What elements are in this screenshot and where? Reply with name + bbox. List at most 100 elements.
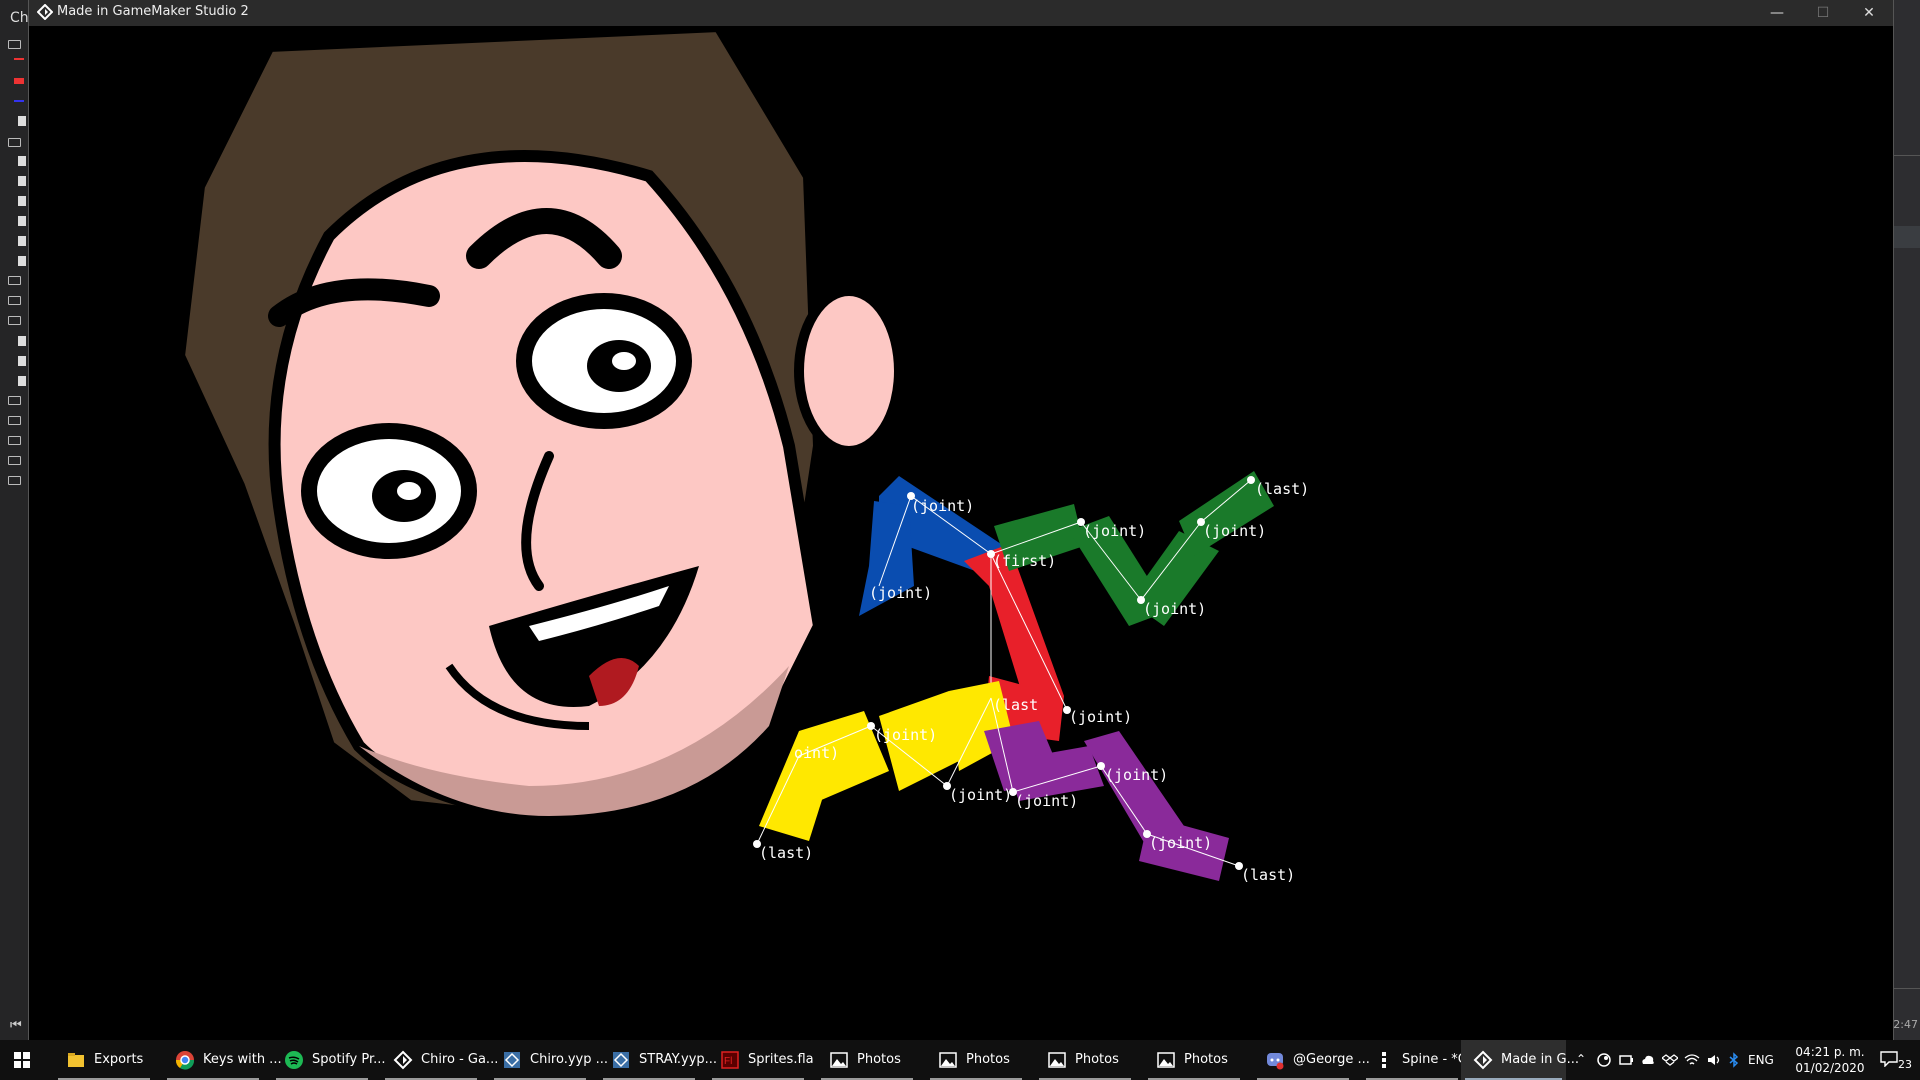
taskbar-item-chiro-yyp[interactable]: Chiro.yyp ...: [490, 1040, 608, 1080]
character-face: [172, 26, 904, 833]
dropbox-icon[interactable]: [1662, 1052, 1678, 1068]
skip-back-icon[interactable]: ⏮: [10, 1018, 22, 1033]
folder-icon[interactable]: [8, 436, 21, 445]
photos-icon: [1157, 1052, 1175, 1068]
windows-start-icon[interactable]: [0, 1040, 44, 1080]
system-tray: ⌃ ENG: [1572, 1040, 1782, 1080]
taskbar-item-chrome[interactable]: Keys with ...: [163, 1040, 282, 1080]
close-button[interactable]: ✕: [1847, 0, 1891, 26]
windows-taskbar: Exports Keys with ... Spotify Pr... Chir…: [0, 1040, 1920, 1080]
notification-center-button[interactable]: 23: [1878, 1048, 1916, 1072]
steam-icon[interactable]: [1596, 1052, 1612, 1068]
timestamp-text: 2:47: [1893, 1018, 1918, 1031]
volume-icon[interactable]: [1706, 1052, 1722, 1068]
file-icon[interactable]: [18, 256, 26, 266]
taskbar-item-discord[interactable]: @George ...: [1253, 1040, 1370, 1080]
spine-icon: [1382, 1052, 1386, 1068]
taskbar-item-stray-yyp[interactable]: STRAY.yyp...: [599, 1040, 717, 1080]
taskbar-item-photos[interactable]: Photos: [1144, 1040, 1244, 1080]
chevron-up-icon[interactable]: ⌃: [1576, 1052, 1586, 1066]
taskbar-clock[interactable]: 04:21 p. m. 01/02/2020: [1790, 1044, 1870, 1076]
taskbar-item-sprites-fla[interactable]: Fl Sprites.fla: [708, 1040, 814, 1080]
file-icon[interactable]: [18, 216, 26, 226]
file-icon[interactable]: [18, 356, 26, 366]
spotify-icon: [285, 1051, 303, 1069]
green-bone-chain: [990, 471, 1274, 626]
bone-label: (joint): [1083, 522, 1146, 540]
game-canvas[interactable]: (joint) (joint) (first) (last (joint) (j…: [29, 26, 1893, 1040]
notification-icon: [1880, 1051, 1898, 1067]
folder-icon[interactable]: [8, 456, 21, 465]
file-icon[interactable]: [18, 376, 26, 386]
battery-icon[interactable]: [1618, 1052, 1634, 1068]
taskbar-item-made-in-gamemaker[interactable]: Made in G...: [1461, 1040, 1579, 1080]
chrome-icon: [175, 1051, 195, 1070]
taskbar-item-exports[interactable]: Exports: [54, 1040, 154, 1080]
discord-icon: [1267, 1053, 1284, 1070]
folder-icon[interactable]: [8, 138, 21, 147]
file-icon[interactable]: [18, 336, 26, 346]
bone-label: (joint): [1143, 600, 1206, 618]
taskbar-item-label: Exports: [94, 1052, 144, 1067]
taskbar-item-spine[interactable]: Spine - *C...: [1362, 1040, 1479, 1080]
taskbar-item-label: Chiro - Ga...: [421, 1052, 499, 1067]
resource-item[interactable]: [14, 58, 24, 60]
taskbar-item-label: Photos: [1075, 1052, 1119, 1067]
taskbar-item-label: Photos: [966, 1052, 1010, 1067]
folder-icon[interactable]: [8, 416, 21, 425]
resource-item[interactable]: [14, 100, 24, 102]
taskbar-item-label: Made in G...: [1501, 1052, 1580, 1067]
bone-label: (first): [993, 552, 1056, 570]
language-indicator[interactable]: ENG: [1748, 1053, 1774, 1067]
notification-count: 23: [1898, 1058, 1912, 1071]
file-icon[interactable]: [18, 196, 26, 206]
gamemaker-project-icon: [504, 1052, 520, 1068]
clock-date: 01/02/2020: [1795, 1061, 1865, 1075]
file-icon[interactable]: [18, 176, 26, 186]
maximize-button[interactable]: ☐: [1801, 0, 1845, 26]
minimize-button[interactable]: —: [1755, 0, 1799, 26]
taskbar-item-label: STRAY.yyp...: [639, 1052, 718, 1067]
file-icon[interactable]: [18, 156, 26, 166]
folder-icon[interactable]: [8, 276, 21, 285]
gamemaker-icon: [393, 1050, 413, 1070]
resource-item[interactable]: [14, 78, 24, 84]
folder-icon[interactable]: [8, 316, 21, 325]
yellow-bone-chain: [753, 681, 1014, 848]
svg-text:Fl: Fl: [724, 1056, 732, 1067]
divider: [1892, 988, 1920, 989]
divider: [1892, 155, 1920, 156]
window-titlebar[interactable]: Made in GameMaker Studio 2 — ☐ ✕: [29, 0, 1893, 26]
folder-icon[interactable]: [8, 476, 21, 485]
photos-icon: [939, 1052, 957, 1068]
gamemaker-icon: [1473, 1050, 1493, 1070]
file-icon[interactable]: [18, 236, 26, 246]
bone-label: (joint): [1015, 792, 1078, 810]
taskbar-item-label: Sprites.fla: [748, 1052, 814, 1067]
ide-right-panel: 2:47: [1892, 0, 1920, 1040]
taskbar-item-label: Photos: [1184, 1052, 1228, 1067]
taskbar-item-spotify[interactable]: Spotify Pr...: [272, 1040, 386, 1080]
bone-label: (joint): [869, 584, 932, 602]
file-icon[interactable]: [18, 116, 26, 126]
selected-row[interactable]: [1892, 226, 1920, 248]
bone-label: (joint): [874, 726, 937, 744]
taskbar-item-label: Chiro.yyp ...: [530, 1052, 609, 1067]
photos-icon: [830, 1052, 848, 1068]
game-window[interactable]: Made in GameMaker Studio 2 — ☐ ✕ (joint)…: [28, 0, 1894, 1040]
clock-time: 04:21 p. m.: [1795, 1045, 1865, 1059]
taskbar-item-photos[interactable]: Photos: [1035, 1040, 1135, 1080]
wifi-icon[interactable]: [1684, 1052, 1700, 1068]
folder-icon[interactable]: [8, 396, 21, 405]
bone-label: (last: [993, 696, 1038, 714]
folder-icon[interactable]: [8, 40, 21, 49]
taskbar-item-photos[interactable]: Photos: [926, 1040, 1026, 1080]
taskbar-item-photos[interactable]: Photos: [817, 1040, 917, 1080]
bone-label: oint): [794, 744, 839, 762]
bluetooth-icon[interactable]: [1726, 1052, 1742, 1068]
taskbar-item-label: @George ...: [1293, 1052, 1370, 1067]
taskbar-item-label: Spotify Pr...: [312, 1052, 386, 1067]
taskbar-item-chiro-gamemaker[interactable]: Chiro - Ga...: [381, 1040, 498, 1080]
cloud-icon[interactable]: [1640, 1052, 1656, 1068]
folder-icon[interactable]: [8, 296, 21, 305]
